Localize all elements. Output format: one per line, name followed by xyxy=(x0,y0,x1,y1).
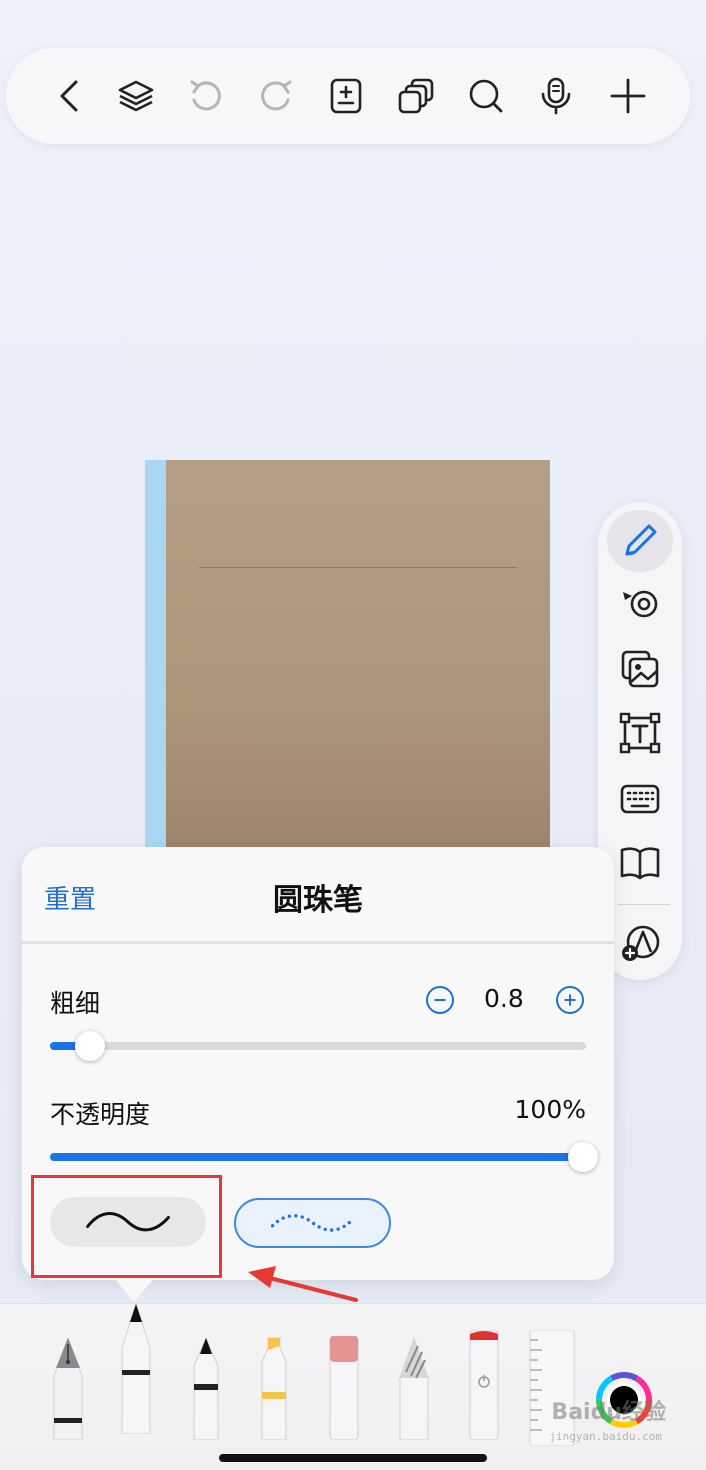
marker-tool[interactable] xyxy=(188,1336,224,1440)
thickness-label: 粗细 xyxy=(50,989,101,1018)
dotted-stroke-button[interactable] xyxy=(234,1198,391,1248)
keyboard-button[interactable] xyxy=(607,768,673,830)
header-divider xyxy=(22,941,614,944)
back-button[interactable] xyxy=(44,70,96,122)
notebook-title-line xyxy=(199,567,517,568)
home-indicator[interactable] xyxy=(219,1454,487,1462)
page-add-icon xyxy=(330,78,362,114)
lasso-tape-button[interactable] xyxy=(607,572,673,634)
add-shapes-button[interactable] xyxy=(607,912,673,974)
minus-icon xyxy=(434,999,446,1001)
opacity-slider-fill xyxy=(50,1153,586,1161)
opacity-label: 不透明度 xyxy=(50,1100,151,1129)
image-icon xyxy=(621,650,659,688)
notebook-spine xyxy=(145,460,166,860)
text-box-icon xyxy=(619,712,661,754)
thickness-decrease-button[interactable] xyxy=(426,986,454,1014)
page-add-button[interactable] xyxy=(320,70,372,122)
popover-title: 圆珠笔 xyxy=(273,883,363,918)
pen-tool-button[interactable] xyxy=(607,510,673,572)
thickness-increase-button[interactable] xyxy=(556,986,584,1014)
pencil-tool[interactable] xyxy=(396,1336,432,1440)
redo-icon xyxy=(261,80,292,111)
image-button[interactable] xyxy=(607,638,673,700)
dotted-wave-icon xyxy=(270,1214,355,1232)
lasso-tape-icon xyxy=(623,590,658,618)
book-button[interactable] xyxy=(607,832,673,894)
watermark-url: jingyan.baidu.com xyxy=(549,1430,662,1443)
opacity-slider-thumb[interactable] xyxy=(568,1142,598,1172)
opacity-value: 100% xyxy=(514,1095,586,1124)
redo-button[interactable] xyxy=(250,70,302,122)
thickness-slider-thumb[interactable] xyxy=(75,1031,106,1061)
back-chevron-icon xyxy=(60,80,78,112)
add-button[interactable] xyxy=(602,70,654,122)
ruler-tool[interactable] xyxy=(528,1330,576,1446)
layers-icon xyxy=(118,80,154,112)
search-icon xyxy=(469,79,503,113)
annotation-arrow-icon xyxy=(248,1266,358,1302)
copy-pages-icon xyxy=(398,78,434,114)
add-shapes-icon xyxy=(622,925,660,961)
pen-tray xyxy=(0,1303,706,1470)
microphone-icon xyxy=(541,77,571,115)
notebook-cover[interactable] xyxy=(145,460,550,860)
keyboard-icon xyxy=(620,784,660,814)
palette-divider xyxy=(618,904,670,905)
lasso-tool[interactable] xyxy=(466,1330,502,1440)
top-toolbar xyxy=(6,48,690,144)
ballpoint-pen-tool[interactable] xyxy=(118,1304,154,1434)
fountain-pen-tool[interactable] xyxy=(48,1336,88,1440)
pencil-icon xyxy=(625,524,657,556)
eraser-tool[interactable] xyxy=(326,1336,362,1440)
search-button[interactable] xyxy=(460,70,512,122)
annotation-highlight-box xyxy=(31,1175,222,1278)
watermark-logo: Baidu经验 xyxy=(551,1400,666,1425)
plus-icon xyxy=(610,78,646,114)
text-box-button[interactable] xyxy=(607,702,673,764)
highlighter-tool[interactable] xyxy=(256,1336,292,1440)
plus-icon xyxy=(564,994,576,1006)
undo-button[interactable] xyxy=(180,70,232,122)
opacity-slider[interactable] xyxy=(50,1153,586,1161)
popover-header: 重置 圆珠笔 xyxy=(22,847,614,943)
book-icon xyxy=(620,847,660,880)
undo-icon xyxy=(190,80,221,111)
layers-button[interactable] xyxy=(110,70,162,122)
thickness-slider[interactable] xyxy=(50,1042,586,1050)
thickness-value: 0.8 xyxy=(484,984,524,1013)
copy-pages-button[interactable] xyxy=(390,70,442,122)
microphone-button[interactable] xyxy=(530,70,582,122)
popover-arrow xyxy=(114,1278,154,1302)
